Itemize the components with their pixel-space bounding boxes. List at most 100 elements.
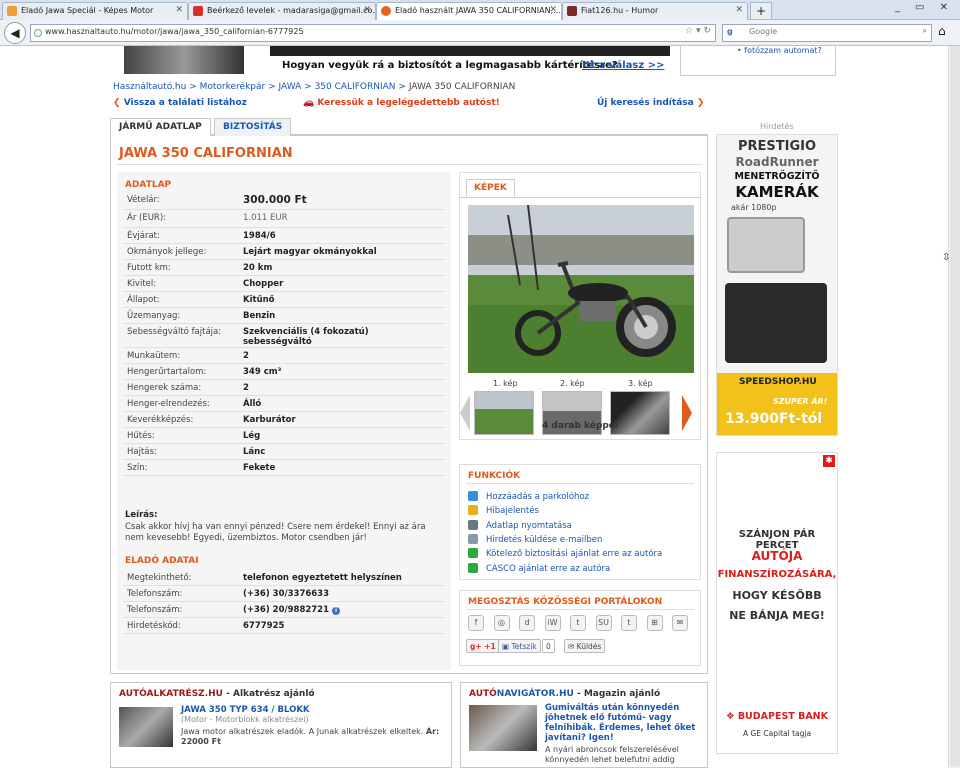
- parts-heading: AUTÓALKATRÉSZ.HU - Alkatrész ajánló: [119, 689, 315, 699]
- cheapest-link[interactable]: 🚗 Keressük a legelégedettebb autóst!: [303, 98, 500, 108]
- facebook-like-button[interactable]: ▣ Tetszik: [498, 639, 541, 653]
- breadcrumb-link[interactable]: 350 CALIFORNIAN: [315, 82, 396, 92]
- budapest-bank-ad[interactable]: ✱ SZÁNJON PÁR PERCET AUTÓJA FINANSZÍROZÁ…: [716, 452, 838, 754]
- bank-logo: ❖ BUDAPEST BANK: [725, 711, 828, 722]
- function-link[interactable]: Hozzáadás a parkolóhoz: [468, 491, 589, 502]
- back-to-results-link[interactable]: ❮ Vissza a találati listához: [113, 98, 247, 108]
- row-value: Fekete: [243, 463, 276, 473]
- row-value: Benzin: [243, 311, 276, 321]
- main-photo[interactable]: [468, 205, 694, 373]
- function-link[interactable]: Hibajelentés: [468, 505, 539, 516]
- data-row: Kivitel: Chopper: [123, 276, 445, 292]
- tab-insurance[interactable]: BIZTOSÍTÁS: [214, 118, 292, 136]
- row-value: Karburátor: [243, 415, 296, 425]
- banner-link[interactable]: Itt a válasz >>: [582, 60, 664, 71]
- myspace-icon[interactable]: ⊞: [646, 615, 663, 631]
- row-label: Hengerűrtartalom:: [127, 367, 207, 377]
- twitter-icon[interactable]: t: [570, 615, 586, 631]
- row-label: Sebességváltó fajtája:: [127, 327, 222, 337]
- seller-row: Megtekinthető: telefonon egyeztetett hely…: [123, 570, 445, 586]
- scrollbar[interactable]: [948, 46, 960, 768]
- globe-icon: [34, 29, 42, 37]
- top-banner[interactable]: Hogyan vegyük rá a biztosítót a legmagas…: [110, 46, 670, 76]
- row-label: Szín:: [127, 463, 148, 473]
- browser-tab-2[interactable]: Beérkező levelek - madarasiga@gmail.co..…: [188, 2, 376, 20]
- info-icon[interactable]: i: [332, 607, 341, 615]
- asterisk-icon: ✱: [823, 455, 835, 467]
- stumbleupon-icon[interactable]: SU: [595, 615, 612, 631]
- breadcrumb: Használtautó.hu > Motorkerékpár > JAWA >…: [113, 82, 516, 92]
- close-tab-icon[interactable]: ✕: [175, 5, 183, 15]
- article-thumbnail[interactable]: [469, 705, 537, 751]
- reddit-icon[interactable]: ◎: [493, 615, 510, 631]
- send-button[interactable]: ✉ Küldés: [564, 639, 606, 653]
- facebook-icon[interactable]: f: [468, 615, 484, 631]
- new-tab-button[interactable]: +: [750, 2, 772, 20]
- mail-icon: [468, 533, 478, 544]
- data-row: Vételár: 300.000 Ft: [123, 192, 445, 210]
- data-row: Henger-elrendezés: Álló: [123, 396, 445, 412]
- email-icon[interactable]: ✉: [672, 615, 688, 631]
- window-controls[interactable]: _ ▭ ✕: [895, 2, 954, 13]
- row-value: 300.000 Ft: [243, 194, 307, 206]
- banner-heading-bar: [270, 46, 670, 56]
- mouse-cursor-icon: ⇳: [942, 252, 951, 263]
- close-tab-icon[interactable]: ✕: [735, 5, 743, 15]
- part-title-link[interactable]: JAWA 350 TYP 634 / BLOKK: [181, 705, 310, 715]
- function-link[interactable]: Kötelező biztosítási ajánlat erre az aut…: [468, 548, 662, 559]
- row-value: Lejárt magyar okmányokkal: [243, 247, 377, 257]
- data-row: Sebességváltó fajtája: Szekvenciális (4 f…: [123, 324, 445, 348]
- breadcrumb-link[interactable]: JAWA: [279, 82, 302, 92]
- part-thumbnail[interactable]: [119, 707, 173, 747]
- home-icon[interactable]: ⌂: [938, 24, 946, 38]
- row-value: Szekvenciális (4 fokozatú) sebességváltó: [243, 327, 369, 347]
- data-row: Ár (EUR): 1.011 EUR: [123, 210, 445, 228]
- data-heading: ADATLAP: [125, 180, 172, 190]
- divider: [117, 164, 703, 165]
- gplus-button[interactable]: g+ +1: [466, 639, 500, 653]
- address-bar[interactable]: www.hasznaltauto.hu/motor/jawa/jawa_350_…: [30, 24, 716, 42]
- new-search-link[interactable]: Új keresés indítása ❯: [597, 98, 704, 108]
- tab-vehicle-data[interactable]: JÁRMŰ ADATLAP: [110, 118, 211, 136]
- delicious-icon[interactable]: d: [519, 615, 535, 631]
- data-row: Évjárat: 1984/6: [123, 228, 445, 244]
- tumblr-icon[interactable]: t: [621, 615, 637, 631]
- row-value: Chopper: [243, 279, 284, 289]
- search-icon[interactable]: ⌕: [923, 26, 927, 36]
- chevron-left-icon: ❮: [113, 98, 124, 108]
- listing-panel: JAWA 350 CALIFORNIAN ADATLAP Vételár: 300…: [110, 136, 708, 674]
- data-row: Hengerűrtartalom: 349 cm³: [123, 364, 445, 380]
- parts-recommender: AUTÓALKATRÉSZ.HU - Alkatrész ajánló JAWA…: [110, 682, 452, 768]
- row-label: Hirdetéskód:: [127, 621, 181, 631]
- row-value: 349 cm³: [243, 367, 282, 377]
- bookmark-star-icon[interactable]: ☆ ▾ ↻: [685, 26, 711, 36]
- check-icon: [468, 548, 478, 559]
- navigation-bar: ◀ www.hasznaltauto.hu/motor/jawa/jawa_35…: [0, 20, 960, 46]
- browser-tab-3-active[interactable]: Eladó használt JAWA 350 CALIFORNIAN,... ✕: [376, 2, 562, 20]
- function-link[interactable]: CASCO ajánlat erre az autóra: [468, 562, 610, 574]
- browser-tab-1[interactable]: Eladó Jawa Speciál - Képes Motor ✕: [2, 2, 188, 20]
- seller-row: Telefonszám: (+36) 20/9882721 i: [123, 602, 445, 618]
- close-tab-icon[interactable]: ✕: [363, 5, 371, 15]
- article-title-link[interactable]: Gumiváltás után könnyedén jöhetnek elő f…: [545, 703, 701, 743]
- breadcrumb-link[interactable]: Használtautó.hu: [113, 82, 186, 92]
- prestigio-ad[interactable]: PRESTIGIO RoadRunner MENETRÖGZÍTŐ KAMERÁ…: [716, 134, 838, 436]
- images-tab[interactable]: KÉPEK: [466, 179, 515, 197]
- browser-tab-4[interactable]: Fiat126.hu - Humor ✕: [562, 2, 748, 20]
- search-input[interactable]: g Google ⌕: [722, 24, 932, 42]
- function-link[interactable]: Adatlap nyomtatása: [468, 519, 572, 531]
- side-question-box[interactable]: • fotózzam automat?: [680, 46, 836, 76]
- send-icon: ✉: [568, 642, 577, 651]
- row-value: 2: [243, 383, 249, 393]
- part-category: (Motor - Motorblokk alkatrészei): [181, 715, 309, 724]
- back-arrow-icon[interactable]: ◀: [4, 22, 26, 44]
- iwiw-icon[interactable]: iW: [544, 615, 561, 631]
- breadcrumb-link[interactable]: Motorkerékpár: [200, 82, 266, 92]
- row-value: telefonon egyeztetett helyszínen: [243, 573, 402, 583]
- scrollbar-thumb[interactable]: [950, 46, 960, 766]
- close-tab-icon[interactable]: ✕: [549, 5, 557, 15]
- row-value: 6777925: [243, 621, 285, 631]
- google-icon: g: [727, 27, 733, 36]
- data-row: Üzemanyag: Benzin: [123, 308, 445, 324]
- function-link[interactable]: Hirdetés küldése e-mailben: [468, 533, 602, 545]
